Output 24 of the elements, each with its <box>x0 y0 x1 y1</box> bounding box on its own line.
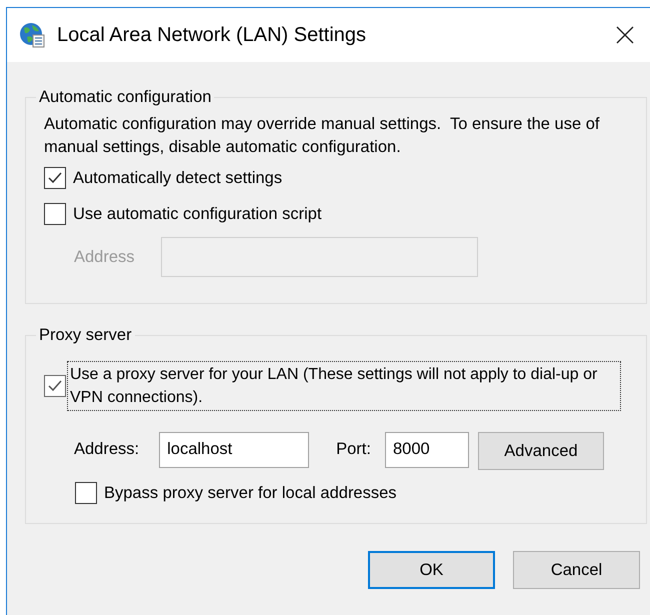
close-icon[interactable] <box>616 26 634 44</box>
checkmark-icon <box>47 170 63 186</box>
group-title: Proxy server <box>38 326 133 345</box>
checkbox[interactable] <box>75 482 97 504</box>
dialog-button[interactable]: Cancel <box>513 551 640 589</box>
checkbox[interactable] <box>44 203 66 225</box>
field-label: Address <box>74 248 135 266</box>
globe-icon <box>19 22 45 48</box>
advanced-button[interactable]: Advanced <box>478 432 604 470</box>
description-text: Automatic configuration may override manual settings. To ensure the use of manual settings, disable automatic configuration. <box>44 114 600 158</box>
window-title: Local Area Network (LAN) Settings <box>57 24 368 46</box>
default-button[interactable]: OK <box>368 551 495 589</box>
checkbox-label: Automatically detect settings <box>73 168 282 188</box>
checkbox-label: Bypass proxy server for local addresses <box>104 484 397 502</box>
field-label: Address: <box>74 440 140 459</box>
checkmark-icon <box>47 378 63 394</box>
port-field[interactable]: 8000 <box>384 432 469 468</box>
checkbox-label: Use a proxy server for your LAN (These settings will not apply to dial-up or VPN connections). <box>67 361 621 411</box>
group-title: Automatic configuration <box>38 88 212 107</box>
checkbox[interactable] <box>44 167 66 189</box>
checkbox-label: Use automatic configuration script <box>73 204 322 224</box>
checkbox[interactable] <box>44 375 66 397</box>
address-field[interactable]: localhost <box>159 432 310 468</box>
field-label: Port: <box>336 440 371 459</box>
